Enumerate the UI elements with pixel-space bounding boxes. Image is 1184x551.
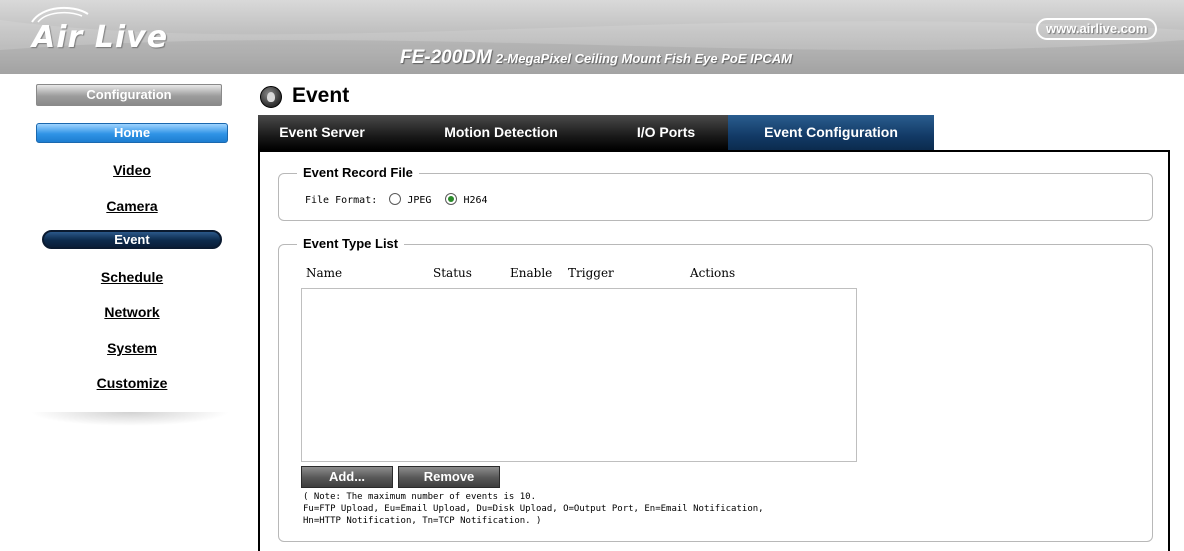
tab-motion-detection[interactable]: Motion Detection: [426, 115, 576, 150]
h264-radio[interactable]: [445, 193, 458, 205]
event-page-icon: [260, 86, 282, 108]
event-list-box[interactable]: [301, 288, 857, 462]
note-line-1: ( Note: The maximum number of events is …: [303, 492, 536, 502]
model-description: 2-MegaPixel Ceiling Mount Fish Eye PoE I…: [495, 51, 793, 66]
column-header-actions: Actions: [690, 266, 736, 280]
column-header-enable: Enable: [510, 266, 553, 280]
note-line-2: Fu=FTP Upload, Eu=Email Upload, Du=Disk …: [303, 504, 764, 514]
column-header-trigger: Trigger: [568, 266, 614, 280]
file-format-row: File Format: JPEG H264: [305, 193, 488, 206]
airlive-logo: Air Live: [32, 20, 169, 55]
event-record-file-section: Event Record File File Format: JPEG H264: [278, 165, 1153, 221]
event-record-file-legend: Event Record File: [297, 165, 419, 180]
sidebar-home-button[interactable]: Home: [36, 123, 228, 143]
sidebar-item-camera[interactable]: Camera: [36, 196, 228, 216]
tab-bar: Event Server Motion Detection I/O Ports …: [258, 115, 934, 150]
tab-event-server[interactable]: Event Server: [258, 115, 386, 150]
column-header-status: Status: [433, 266, 472, 280]
page-title: Event: [292, 84, 350, 107]
sidebar-item-video[interactable]: Video: [36, 160, 228, 180]
tab-event-configuration[interactable]: Event Configuration: [728, 115, 934, 150]
jpeg-radio-label: JPEG: [407, 195, 432, 206]
sidebar-shadow-decoration: [30, 412, 230, 426]
sidebar-item-system[interactable]: System: [36, 338, 228, 358]
column-header-name: Name: [306, 266, 343, 280]
sidebar-item-event[interactable]: Event: [42, 230, 222, 249]
model-name: FE-200DM: [400, 47, 492, 68]
remove-event-button[interactable]: Remove: [398, 466, 500, 488]
h264-radio-label: H264: [463, 195, 488, 206]
sidebar-item-network[interactable]: Network: [36, 302, 228, 322]
jpeg-radio[interactable]: [389, 193, 402, 205]
sidebar-item-customize[interactable]: Customize: [36, 373, 228, 393]
header-banner: Air Live FE-200DM 2-MegaPixel Ceiling Mou…: [0, 0, 1184, 74]
sidebar-item-schedule[interactable]: Schedule: [36, 267, 228, 287]
note-line-3: Hn=HTTP Notification, Tn=TCP Notificatio…: [303, 516, 542, 526]
tab-io-ports[interactable]: I/O Ports: [616, 115, 716, 150]
sidebar-configuration-header: Configuration: [36, 84, 222, 106]
event-type-list-legend: Event Type List: [297, 236, 405, 251]
product-model-title: FE-200DM 2-MegaPixel Ceiling Mount Fish E…: [400, 47, 792, 69]
website-link[interactable]: www.airlive.com: [1036, 18, 1158, 40]
file-format-label: File Format:: [305, 195, 378, 206]
add-event-button[interactable]: Add...: [301, 466, 393, 488]
